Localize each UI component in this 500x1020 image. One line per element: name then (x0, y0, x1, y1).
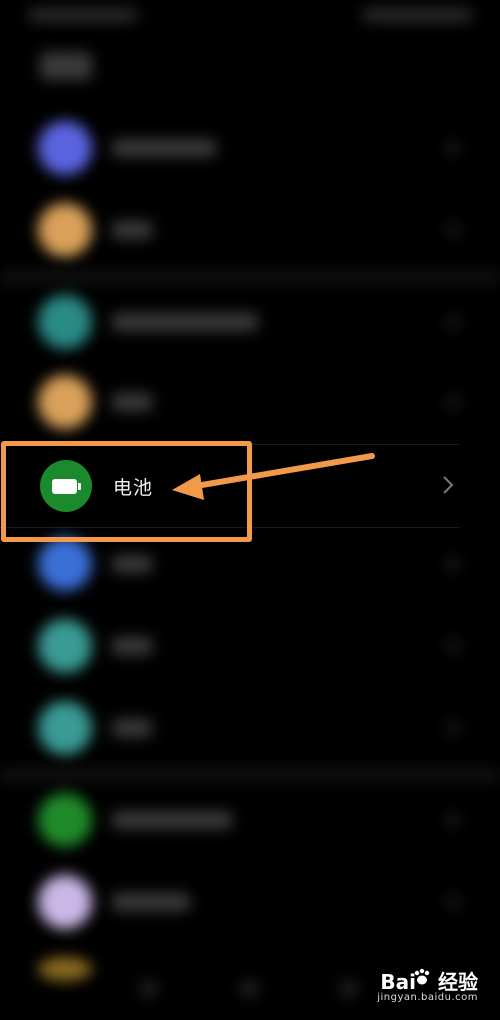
settings-row-8[interactable] (0, 688, 500, 770)
chevron-right-icon (448, 223, 458, 237)
settings-row-2[interactable] (0, 190, 500, 272)
row-icon (38, 701, 92, 755)
chevron-right-icon (448, 639, 458, 653)
status-time (28, 8, 138, 22)
battery-body-shape (52, 479, 77, 494)
nav-home-icon[interactable] (240, 980, 258, 998)
row-icon (38, 875, 92, 929)
chevron-right-icon (448, 315, 458, 329)
settings-row-3[interactable] (0, 282, 500, 364)
watermark-brand-text: Bai (380, 970, 416, 994)
battery-label: 电池 (113, 477, 154, 499)
row-label (112, 139, 216, 157)
row-label (112, 811, 232, 829)
chevron-right-icon (448, 557, 458, 571)
row-label (112, 555, 152, 573)
nav-back-icon[interactable] (140, 980, 158, 998)
chevron-right-icon (448, 813, 458, 827)
settings-row-4[interactable] (0, 362, 500, 444)
row-label (112, 221, 152, 239)
settings-row-9[interactable] (0, 780, 500, 862)
page-title (40, 52, 92, 80)
row-icon (38, 537, 92, 591)
row-label (112, 313, 258, 331)
chevron-right-icon (448, 141, 458, 155)
chevron-right-icon (448, 895, 458, 909)
watermark-url: jingyan.baidu.com (377, 992, 478, 1003)
watermark-brand-suffix: 经验 (438, 970, 478, 994)
paw-icon (414, 968, 430, 985)
status-icons (362, 8, 472, 22)
status-bar (0, 0, 500, 34)
row-icon (38, 203, 92, 257)
row-label (112, 719, 152, 737)
row-icon (38, 793, 92, 847)
nav-recents-icon[interactable] (340, 980, 358, 998)
row-label (112, 893, 190, 911)
row-icon (38, 295, 92, 349)
row-icon (38, 375, 92, 429)
baidu-jingyan-watermark: Bai 经验 jingyan.baidu.com (368, 964, 478, 1012)
settings-row-7[interactable] (0, 606, 500, 688)
settings-row-1[interactable] (0, 108, 500, 190)
row-label (112, 637, 152, 655)
row-label (112, 393, 152, 411)
battery-tip-shape (78, 483, 81, 490)
chevron-right-icon (448, 721, 458, 735)
chevron-right-icon (443, 476, 454, 494)
battery-icon (40, 460, 92, 512)
settings-row-10[interactable] (0, 862, 500, 944)
settings-row-battery[interactable]: 电池 (0, 444, 460, 528)
row-icon (38, 619, 92, 673)
row-icon (38, 121, 92, 175)
chevron-right-icon (448, 395, 458, 409)
settings-row-6[interactable] (0, 524, 500, 606)
